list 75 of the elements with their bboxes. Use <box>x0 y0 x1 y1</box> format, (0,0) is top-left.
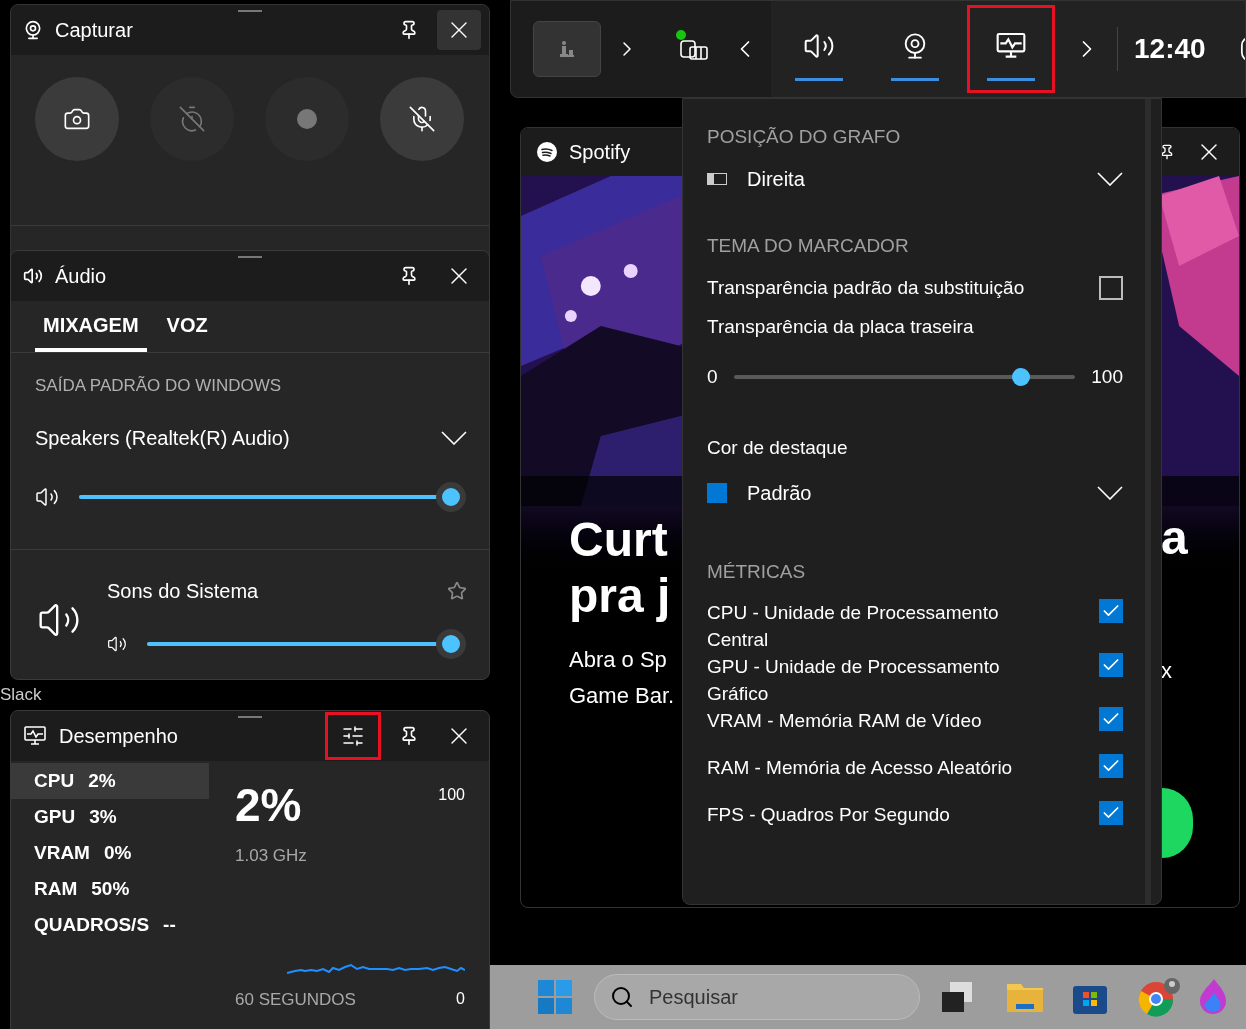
headline: Curt <box>569 512 668 568</box>
metric-row[interactable]: GPU 3% <box>11 799 209 835</box>
metric-frequency: 1.03 GHz <box>235 845 308 867</box>
desktop-icon-label: Slack <box>0 684 42 706</box>
checkbox[interactable] <box>1099 753 1123 778</box>
widget-tab[interactable] <box>967 5 1055 93</box>
slider-thumb[interactable] <box>1011 368 1030 387</box>
section-heading: SAÍDA PADRÃO DO WINDOWS <box>35 375 283 397</box>
favorite-star-icon[interactable] <box>447 580 467 601</box>
section-heading: MÉTRICAS <box>707 560 807 584</box>
body-text: Game Bar. <box>569 682 675 710</box>
checkbox[interactable] <box>1099 276 1123 301</box>
headline-fragment: a <box>1161 510 1188 566</box>
speaker-icon <box>23 266 43 286</box>
chevron-down-icon <box>1097 486 1123 500</box>
time-span-label: 60 SEGUNDOS <box>235 988 356 1011</box>
chess-pieces-icon <box>557 39 577 59</box>
pin-icon <box>399 266 419 286</box>
checkbox[interactable] <box>1099 652 1123 677</box>
accent-color-label: Cor de destaque <box>707 435 849 460</box>
timer-off-icon <box>178 105 206 133</box>
chevron-down-icon <box>441 430 467 445</box>
window-title: Áudio <box>55 264 107 289</box>
axis-min-label: 0 <box>456 989 465 1010</box>
clock-time: 12:40 <box>1134 32 1206 66</box>
metric-label: GPU - Unidade de Processamento Gráfico <box>707 654 1001 706</box>
graph-position-icon <box>707 172 727 185</box>
metric-row[interactable]: VRAM 0% <box>11 835 209 871</box>
widget-menu-button[interactable] <box>533 21 601 77</box>
slider-thumb[interactable] <box>436 481 466 512</box>
pin-icon <box>399 20 419 40</box>
slider-label: Transparência da placa traseira <box>707 314 975 339</box>
section-heading: POSIÇÃO DO GRAFO <box>707 125 902 149</box>
pin-icon <box>399 726 419 746</box>
slider-thumb[interactable] <box>436 628 466 659</box>
metric-label: VRAM - Memória RAM de Vídeo <box>707 708 983 733</box>
settings-button[interactable] <box>325 712 381 760</box>
window-title: Capturar <box>55 18 133 43</box>
metric-row[interactable]: CPU 2% <box>11 763 209 799</box>
metric-value: 2% <box>235 778 302 833</box>
audio-tab[interactable]: VOZ <box>158 301 216 352</box>
section-heading: TEMA DO MARCADOR <box>707 233 910 258</box>
checkbox[interactable] <box>1099 598 1123 623</box>
metric-row[interactable]: QUADROS/S -- <box>11 907 209 943</box>
axis-max-label: 100 <box>438 785 465 805</box>
body-text-fragment: x <box>1161 657 1172 685</box>
webcam-icon <box>23 20 43 40</box>
search-icon <box>610 985 634 1009</box>
slider-min-label: 0 <box>707 365 718 389</box>
headline: pra j <box>569 568 671 624</box>
metric-label: FPS - Quadros Por Segundo <box>707 802 951 827</box>
graph-position-dropdown[interactable]: Direita <box>707 163 1123 194</box>
window-title: Desempenho <box>59 724 178 749</box>
spotify-logo-icon <box>537 142 557 162</box>
output-device-dropdown[interactable]: Speakers (Realtek(R) Audio) <box>35 422 467 453</box>
settings-sliders-icon <box>341 724 365 748</box>
performance-monitor-icon <box>23 724 47 748</box>
window-title: Spotify <box>569 140 631 165</box>
close-button[interactable] <box>437 10 481 50</box>
app-name: Sons do Sistema <box>107 578 259 604</box>
checkbox[interactable] <box>1099 706 1123 731</box>
metric-label: CPU - Unidade de Processamento Central <box>707 600 1000 652</box>
slider-max-label: 100 <box>1091 365 1123 389</box>
browser-icon[interactable] <box>1138 977 1182 1017</box>
pin-icon <box>1159 144 1175 160</box>
metric-row[interactable]: RAM 50% <box>11 871 209 907</box>
chevron-down-icon <box>1097 171 1123 186</box>
metric-label: RAM - Memória de Acesso Aleatório <box>707 755 1014 780</box>
task-view-icon[interactable] <box>940 980 974 1014</box>
body-text: Abra o Sp <box>569 646 667 674</box>
microphone-off-icon <box>408 105 436 133</box>
checkbox-label: Transparência padrão da substituição <box>707 276 1025 300</box>
checkbox[interactable] <box>1099 800 1123 825</box>
search-field[interactable]: Pesquisar <box>594 974 920 1020</box>
audio-tab[interactable]: MIXAGEM <box>35 301 147 352</box>
